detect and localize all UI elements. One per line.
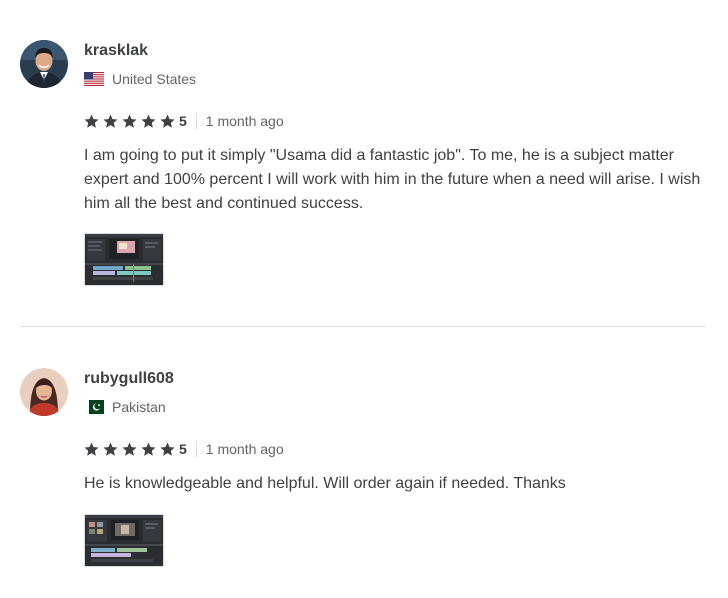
attachment-image — [85, 515, 163, 566]
rating-row: 5 1 month ago — [84, 440, 284, 458]
review-time: 1 month ago — [205, 441, 284, 457]
star-icon — [84, 114, 99, 128]
star-icon — [141, 114, 156, 128]
star-icon — [122, 442, 137, 456]
star-icon — [84, 442, 99, 456]
separator — [195, 441, 197, 457]
username[interactable]: rubygull608 — [84, 369, 174, 389]
star-icon — [103, 114, 118, 128]
separator — [195, 113, 197, 129]
review-text: I am going to put it simply "Usama did a… — [84, 147, 701, 212]
rating-row: 5 1 month ago — [84, 112, 284, 130]
star-icon — [160, 114, 175, 128]
star-rating — [84, 114, 179, 129]
avatar-image — [20, 368, 68, 416]
avatar[interactable] — [20, 40, 68, 88]
star-rating — [84, 442, 179, 457]
country-name: United States — [112, 71, 197, 87]
star-icon — [141, 442, 156, 456]
star-icon — [160, 442, 175, 456]
avatar-image — [20, 40, 68, 88]
us-flag-icon — [84, 72, 104, 86]
attachment-thumbnail[interactable] — [84, 233, 164, 286]
rating-score: 5 — [179, 441, 187, 457]
rating-score: 5 — [179, 113, 187, 129]
username[interactable]: krasklak — [84, 41, 148, 61]
country-name: Pakistan — [112, 399, 166, 415]
avatar[interactable] — [20, 368, 68, 416]
pk-flag-icon — [84, 400, 104, 414]
reviewer-country: United States — [84, 70, 196, 88]
review-divider — [20, 326, 706, 327]
attachment-thumbnail[interactable] — [84, 514, 164, 567]
attachment-image — [85, 234, 163, 285]
reviewer-country: Pakistan — [84, 398, 166, 416]
review-time: 1 month ago — [205, 113, 284, 129]
star-icon — [122, 114, 137, 128]
star-icon — [103, 442, 118, 456]
review-text: He is knowledgeable and helpful. Will or… — [84, 475, 566, 492]
